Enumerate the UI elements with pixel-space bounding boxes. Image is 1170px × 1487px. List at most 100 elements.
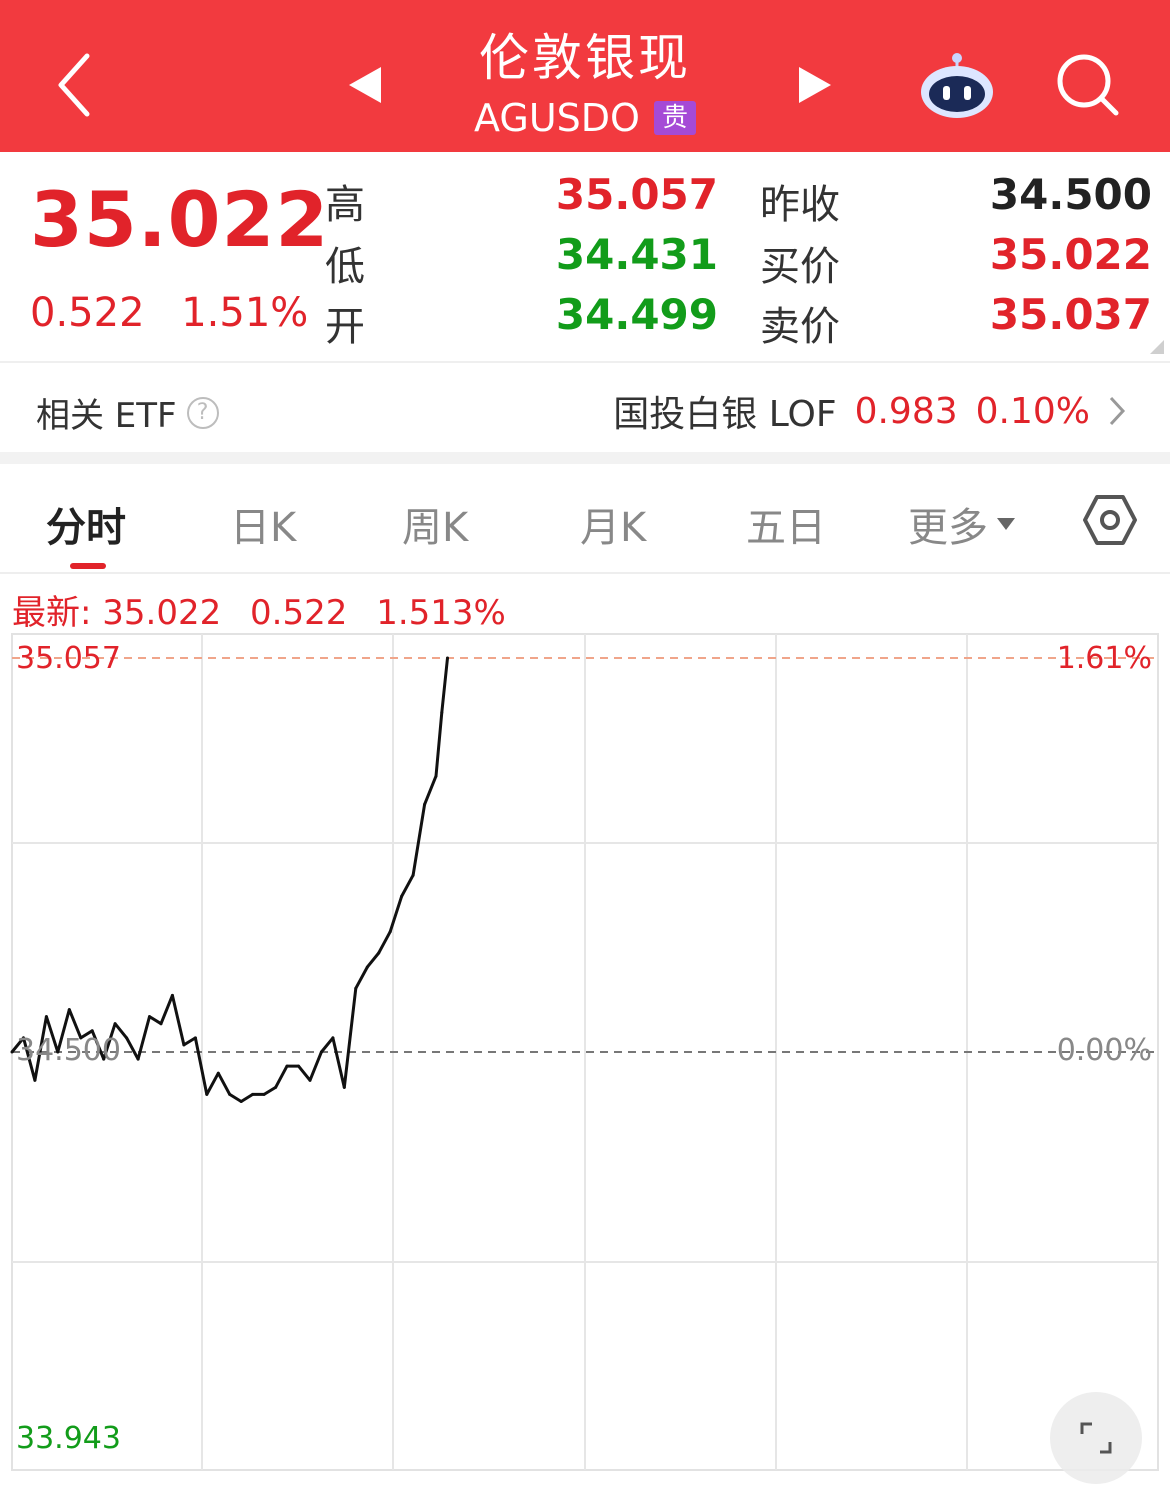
bid-value: 35.022 xyxy=(989,230,1152,279)
price-point xyxy=(33,1078,37,1082)
tab-intraday[interactable]: 分时 xyxy=(46,495,126,553)
price-point xyxy=(388,930,392,934)
price-point xyxy=(182,1043,186,1047)
price-point xyxy=(262,1092,266,1096)
high-label: 高 xyxy=(325,182,365,228)
tab-monthly-k[interactable]: 月K xyxy=(580,495,646,553)
price-point xyxy=(159,1022,163,1026)
ask-value: 35.037 xyxy=(989,290,1152,339)
page-title: 伦敦银现 xyxy=(479,29,691,87)
price-point xyxy=(297,1064,300,1068)
symbol-code: AGUSDO xyxy=(474,96,640,140)
price-point xyxy=(423,802,427,806)
settings-hexagon-icon xyxy=(1083,495,1137,545)
prev-triangle-icon xyxy=(349,67,381,103)
etf-pct: 0.10% xyxy=(975,390,1090,432)
price-point xyxy=(251,1092,255,1096)
chevron-right-icon xyxy=(1108,393,1130,429)
price-point xyxy=(354,986,358,990)
related-etf-text: 相关 ETF xyxy=(36,396,177,436)
tab-five-day[interactable]: 五日 xyxy=(746,495,826,553)
latest-price: 最新: 35.022 xyxy=(12,593,222,633)
expand-corner-indicator[interactable] xyxy=(1150,340,1164,354)
latest-quote-row: 最新: 35.022 0.522 1.513% xyxy=(12,585,524,634)
next-triangle-icon xyxy=(799,67,831,103)
price-point xyxy=(193,1036,197,1040)
help-icon[interactable]: ? xyxy=(186,396,219,429)
intraday-chart[interactable]: 35.057 34.500 33.943 1.61% 0.00% xyxy=(0,630,1170,1487)
price-point xyxy=(44,1015,48,1019)
y-top-label: 35.057 xyxy=(16,641,121,676)
price-point xyxy=(400,894,404,898)
related-etf-item[interactable]: 国投白银 LOF 0.983 0.10% xyxy=(613,385,1130,437)
low-label: 低 xyxy=(325,244,365,290)
robot-assistant-icon xyxy=(921,53,993,118)
active-tab-indicator xyxy=(70,563,106,569)
open-value: 34.499 xyxy=(555,290,718,339)
price-point xyxy=(90,1029,94,1033)
etf-name: 国投白银 LOF xyxy=(613,394,837,435)
price-point xyxy=(239,1100,243,1103)
price-point xyxy=(228,1092,232,1096)
prev-close-value: 34.500 xyxy=(989,170,1152,219)
search-button[interactable] xyxy=(1045,40,1130,130)
high-value: 35.057 xyxy=(555,170,718,219)
y-bottom-label: 33.943 xyxy=(16,1421,121,1456)
fullscreen-button[interactable] xyxy=(1050,1392,1142,1484)
tab-daily-k[interactable]: 日K xyxy=(230,495,296,553)
divider xyxy=(0,572,1170,574)
caret-down-icon xyxy=(997,518,1015,530)
latest-change: 0.522 xyxy=(250,593,348,633)
tab-more-label: 更多 xyxy=(908,505,988,551)
back-button[interactable] xyxy=(40,40,110,130)
price-point xyxy=(377,951,381,955)
prev-instrument-button[interactable] xyxy=(335,50,395,120)
price-point xyxy=(434,774,438,778)
etf-price: 0.983 xyxy=(854,390,958,432)
price-point xyxy=(67,1008,71,1012)
prev-close-label: 昨收 xyxy=(760,182,840,228)
section-separator xyxy=(0,452,1170,464)
price-point xyxy=(440,711,444,714)
price-point xyxy=(342,1085,346,1089)
price-point xyxy=(274,1085,278,1089)
price-point xyxy=(170,993,174,997)
price-point xyxy=(113,1022,117,1026)
price-point xyxy=(285,1064,289,1068)
bid-label: 买价 xyxy=(760,244,840,290)
low-value: 34.431 xyxy=(555,230,718,279)
price-point xyxy=(205,1092,209,1096)
price-point xyxy=(365,965,369,969)
price-point xyxy=(10,1050,14,1054)
price-point xyxy=(331,1036,335,1040)
chart-settings-button[interactable] xyxy=(1080,490,1140,550)
header-bar: 伦敦银现 AGUSDO 贵 xyxy=(0,0,1170,152)
price-point xyxy=(308,1078,312,1082)
price-point xyxy=(216,1071,220,1075)
next-instrument-button[interactable] xyxy=(785,50,845,120)
back-arrow-icon xyxy=(58,53,90,117)
category-badge: 贵 xyxy=(653,101,696,135)
search-icon xyxy=(1057,54,1118,116)
current-price: 35.022 xyxy=(30,175,330,264)
divider xyxy=(0,361,1170,363)
right-top-label: 1.61% xyxy=(1057,641,1152,676)
assistant-button[interactable] xyxy=(912,40,1002,130)
right-mid-label: 0.00% xyxy=(1057,1033,1152,1068)
price-point xyxy=(148,1015,151,1019)
ask-label: 卖价 xyxy=(760,304,840,350)
symbol-row: AGUSDO 贵 xyxy=(400,96,770,140)
price-point xyxy=(125,1036,129,1040)
fullscreen-icon xyxy=(1080,1422,1112,1454)
tab-weekly-k[interactable]: 周K xyxy=(402,495,468,553)
latest-pct: 1.513% xyxy=(376,593,506,633)
y-mid-label: 34.500 xyxy=(16,1033,121,1068)
open-label: 开 xyxy=(325,304,365,350)
tab-more[interactable]: 更多 xyxy=(908,495,1016,553)
price-point xyxy=(446,656,449,660)
price-point xyxy=(411,873,415,877)
price-point xyxy=(319,1050,323,1054)
price-change-row: 0.522 1.51% xyxy=(30,290,332,336)
price-change-pct: 1.51% xyxy=(181,290,309,336)
price-point xyxy=(136,1057,140,1061)
